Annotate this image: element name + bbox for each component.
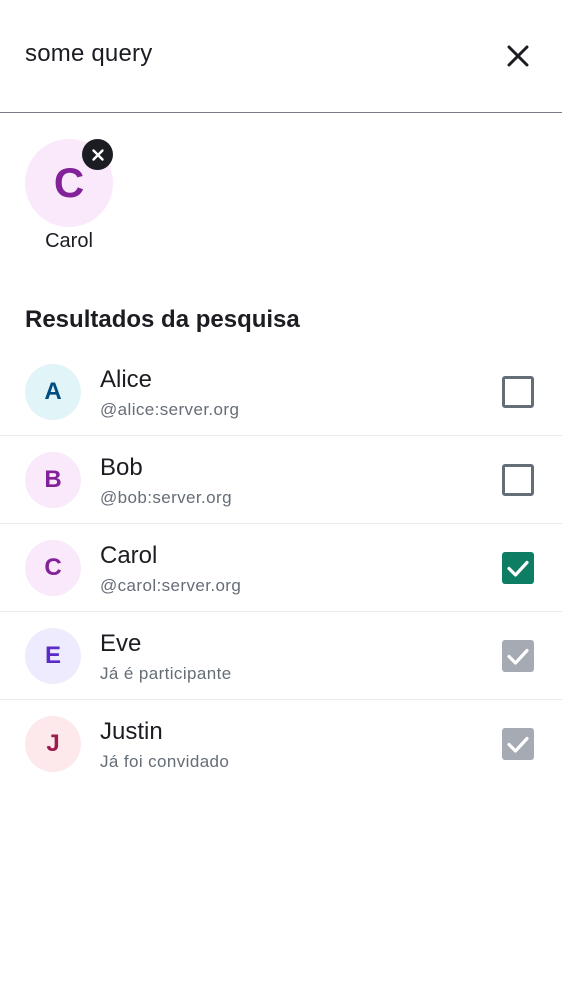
- close-icon: [507, 45, 529, 67]
- avatar: B: [25, 452, 81, 508]
- remove-selected-button[interactable]: [82, 139, 113, 170]
- avatar: C: [25, 540, 81, 596]
- list-item[interactable]: C Carol @carol:server.org: [0, 524, 562, 612]
- list-item[interactable]: A Alice @alice:server.org: [0, 348, 562, 436]
- user-name: Carol: [100, 542, 158, 569]
- selected-user-name: Carol: [45, 230, 93, 252]
- search-bar: some query: [0, 0, 562, 113]
- search-input[interactable]: some query: [25, 40, 152, 68]
- user-name: Alice: [100, 366, 153, 393]
- search-results-list: A Alice @alice:server.org B Bob @bob:ser…: [0, 348, 562, 788]
- checkmark-icon: [507, 736, 529, 753]
- select-checkbox: [502, 728, 534, 760]
- checkmark-icon: [507, 560, 529, 577]
- list-item: J Justin Já foi convidado: [0, 700, 562, 788]
- user-name: Eve: [100, 630, 142, 657]
- avatar: J: [25, 716, 81, 772]
- section-title: Resultados da pesquisa: [25, 306, 300, 333]
- member-status: Já é participante: [100, 664, 232, 683]
- checkmark-icon: [507, 648, 529, 665]
- close-small-icon: [91, 148, 104, 161]
- select-checkbox[interactable]: [502, 376, 534, 408]
- select-checkbox: [502, 640, 534, 672]
- select-checkbox[interactable]: [502, 552, 534, 584]
- list-item: E Eve Já é participante: [0, 612, 562, 700]
- user-id: @carol:server.org: [100, 576, 242, 595]
- avatar: E: [25, 628, 81, 684]
- user-name: Bob: [100, 454, 143, 481]
- list-item[interactable]: B Bob @bob:server.org: [0, 436, 562, 524]
- user-name: Justin: [100, 718, 163, 745]
- invite-status: Já foi convidado: [100, 752, 230, 771]
- user-id: @bob:server.org: [100, 488, 232, 507]
- select-checkbox[interactable]: [502, 464, 534, 496]
- avatar: A: [25, 364, 81, 420]
- close-search-button[interactable]: [500, 38, 536, 74]
- user-id: @alice:server.org: [100, 400, 240, 419]
